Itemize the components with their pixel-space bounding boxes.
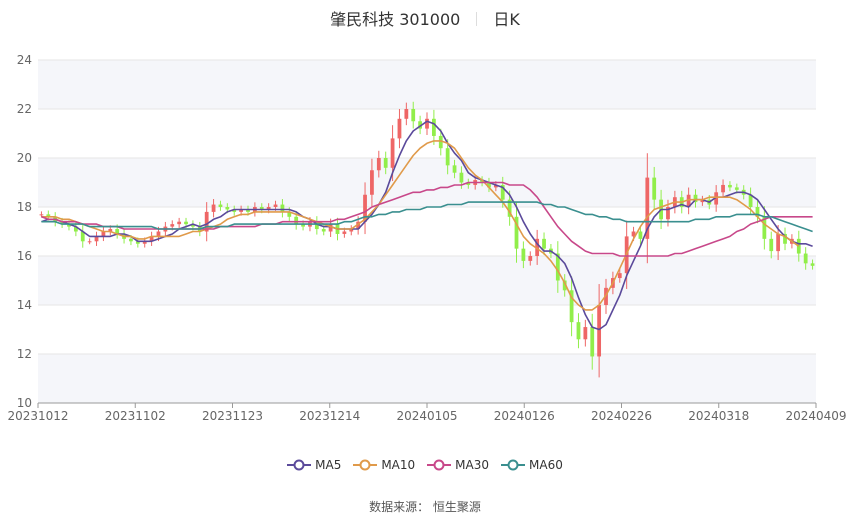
candle-body — [521, 248, 526, 261]
x-tick-label: 20240226 — [591, 409, 652, 423]
candle-body — [452, 165, 457, 173]
candle-body — [273, 204, 278, 207]
candle-body — [170, 224, 175, 227]
y-tick-label: 14 — [17, 298, 32, 312]
chart-legend: MA5 MA10 MA30 MA60 — [0, 458, 850, 474]
y-tick-label: 10 — [17, 396, 32, 410]
candle-body — [576, 322, 581, 340]
legend-label: MA5 — [315, 458, 342, 472]
candle-body — [280, 204, 285, 212]
candle-body — [370, 170, 374, 195]
candlestick-chart: 10 12 14 16 18 20 22 24 20231012 20231102 20231123… — [7, 53, 846, 423]
candle-body — [376, 158, 381, 171]
y-tick-label: 24 — [17, 53, 32, 67]
candle-body — [776, 233, 781, 252]
x-tick-label: 20240409 — [785, 409, 846, 423]
candle-body — [342, 231, 347, 234]
candle-body — [321, 229, 326, 232]
candle-body — [728, 184, 732, 188]
candle-body — [87, 241, 92, 243]
legend-marker-icon — [353, 459, 378, 471]
x-tick-label: 20231123 — [202, 409, 263, 423]
grid-band — [38, 256, 816, 305]
candle-body — [542, 238, 546, 249]
legend-marker-icon — [287, 459, 312, 471]
candle-body — [597, 305, 602, 357]
legend-label: MA30 — [455, 458, 490, 472]
candle-body — [721, 184, 725, 193]
legend-item-ma5[interactable]: MA5 — [287, 458, 341, 472]
x-tick-label: 20231012 — [7, 409, 68, 423]
candle-body — [590, 327, 595, 357]
candle-body — [383, 158, 388, 168]
candle-body — [617, 273, 622, 279]
candle-body — [638, 231, 643, 239]
candle-body — [652, 177, 657, 200]
y-tick-label: 22 — [17, 102, 32, 116]
data-source: 数据来源： 恒生聚源 — [369, 500, 481, 514]
candle-body — [528, 256, 533, 261]
candle-body — [425, 118, 429, 129]
candle-body — [769, 238, 774, 252]
candle-body — [810, 263, 815, 266]
x-tick-label: 20240126 — [494, 409, 555, 423]
candle-body — [404, 109, 409, 119]
legend-marker-icon — [501, 459, 526, 471]
candle-body — [459, 172, 464, 183]
legend-item-ma10[interactable]: MA10 — [353, 458, 415, 472]
candle-body — [184, 221, 188, 225]
y-tick-label: 16 — [17, 249, 32, 263]
x-tick-label: 20240318 — [688, 409, 749, 423]
y-tick-label: 20 — [17, 151, 32, 165]
candle-body — [734, 187, 739, 190]
candle-body — [294, 216, 299, 225]
x-tick-label: 20231102 — [105, 409, 166, 423]
x-tick-label: 20240105 — [396, 409, 457, 423]
y-tick-label: 12 — [17, 347, 32, 361]
candle-body — [225, 207, 230, 210]
legend-label: MA10 — [381, 458, 416, 472]
candle-body — [129, 238, 133, 242]
candle-body — [211, 204, 216, 212]
legend-label: MA60 — [529, 458, 563, 472]
legend-marker-icon — [427, 459, 452, 471]
candle-body — [411, 109, 416, 122]
candle-body — [39, 214, 44, 216]
y-tick-label: 18 — [17, 200, 32, 214]
legend-item-ma30[interactable]: MA30 — [427, 458, 489, 472]
grid-band — [38, 354, 816, 403]
grid-band — [38, 60, 816, 109]
candle-body — [397, 118, 402, 139]
candle-body — [583, 327, 588, 340]
candle-body — [390, 138, 395, 168]
candle-body — [445, 148, 450, 166]
legend-item-ma60[interactable]: MA60 — [501, 458, 563, 472]
candle-body — [431, 118, 436, 136]
candle-body — [177, 221, 182, 225]
x-tick-label: 20231214 — [299, 409, 360, 423]
candle-body — [803, 253, 808, 264]
candle-body — [218, 204, 223, 207]
